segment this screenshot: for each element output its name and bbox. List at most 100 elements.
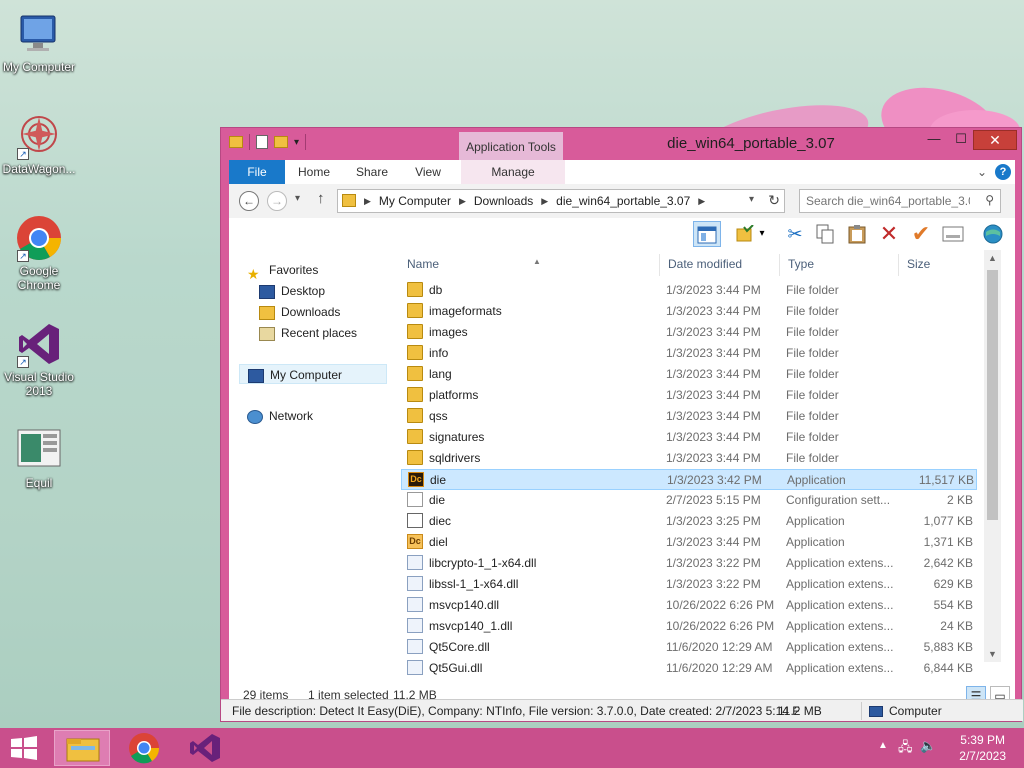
nav-item-desktop[interactable]: Desktop <box>259 281 325 301</box>
tab-file[interactable]: File <box>229 160 285 184</box>
delete-icon[interactable]: ✕ <box>875 221 903 247</box>
scrollbar-thumb[interactable] <box>987 270 998 520</box>
desktop-icon-google-chrome[interactable]: ↗ Google Chrome <box>0 214 79 292</box>
recent-locations-dropdown[interactable]: ▾ <box>295 193 300 204</box>
file-row[interactable]: die 2/7/2023 5:15 PM Configuration sett...… <box>401 490 977 511</box>
column-divider[interactable] <box>659 254 660 276</box>
file-type: Application extens... <box>786 661 894 675</box>
up-button[interactable]: ↑ <box>317 190 325 207</box>
file-row[interactable]: Qt5Core.dll 11/6/2020 12:29 AM Application… <box>401 637 977 658</box>
taskbar-visual-studio[interactable] <box>176 730 232 766</box>
ribbon-tabs: File Home Share View Manage ⌄ ? <box>229 160 1015 184</box>
breadcrumb: ▶ My Computer ▶ Downloads ▶ die_win64_po… <box>364 190 705 212</box>
column-header-type[interactable]: Type <box>788 257 814 275</box>
file-row[interactable]: msvcp140_1.dll 10/26/2022 6:26 PM Applicat… <box>401 616 977 637</box>
desktop-icon-my-computer[interactable]: My Computer <box>0 10 79 74</box>
column-header-name[interactable]: Name ▲ <box>407 257 541 275</box>
details-bar: File description: Detect It Easy(DiE), C… <box>221 699 1023 721</box>
cut-icon[interactable]: ✂ <box>781 221 809 247</box>
column-divider[interactable] <box>779 254 780 276</box>
chevron-down-icon[interactable]: ▾ <box>755 221 769 247</box>
preview-pane-icon[interactable] <box>693 221 721 247</box>
show-hidden-icons-icon[interactable]: ▲ <box>878 740 888 751</box>
file-row[interactable]: info 1/3/2023 3:44 PM File folder <box>401 343 977 364</box>
network-icon[interactable]: 🖧 <box>898 738 913 760</box>
nav-item-my-computer[interactable]: My Computer <box>239 364 387 384</box>
desktop-icon-equil[interactable]: Equil <box>0 426 79 490</box>
chevron-right-icon[interactable]: ▶ <box>698 190 705 212</box>
file-row[interactable]: Dc diel 1/3/2023 3:44 PM Application 1,371 K… <box>401 532 977 553</box>
paste-icon[interactable] <box>843 221 871 247</box>
path-field[interactable]: ▶ My Computer ▶ Downloads ▶ die_win64_po… <box>337 189 785 213</box>
breadcrumb-my-computer[interactable]: My Computer <box>379 190 451 212</box>
file-row[interactable]: Dc die 1/3/2023 3:42 PM Application 11,517 K… <box>401 469 977 490</box>
minimize-button[interactable]: — <box>921 130 947 150</box>
file-row[interactable]: images 1/3/2023 3:44 PM File folder <box>401 322 977 343</box>
file-row[interactable]: qss 1/3/2023 3:44 PM File folder <box>401 406 977 427</box>
help-icon[interactable]: ? <box>995 164 1011 180</box>
scroll-down-icon[interactable]: ▼ <box>984 646 1001 662</box>
file-name: diel <box>429 535 448 549</box>
nav-item-network[interactable]: Network <box>247 406 313 426</box>
clock[interactable]: 5:39 PM 2/7/2023 <box>959 732 1006 764</box>
globe-icon[interactable] <box>979 221 1007 247</box>
file-name: qss <box>429 409 448 423</box>
vertical-scrollbar[interactable]: ▲ ▼ <box>984 250 1001 662</box>
breadcrumb-current-folder[interactable]: die_win64_portable_3.07 <box>556 190 690 212</box>
column-header-size[interactable]: Size <box>907 257 930 275</box>
maximize-button[interactable]: ☐ <box>948 130 974 150</box>
close-button[interactable]: ✕ <box>973 130 1017 150</box>
rename-check-icon[interactable]: ✔ <box>907 221 935 247</box>
file-row[interactable]: libcrypto-1_1-x64.dll 1/3/2023 3:22 PM App… <box>401 553 977 574</box>
file-row[interactable]: sqldrivers 1/3/2023 3:44 PM File folder <box>401 448 977 469</box>
file-date: 1/3/2023 3:44 PM <box>666 451 761 465</box>
chevron-down-icon[interactable]: ▾ <box>749 194 754 205</box>
search-icon[interactable]: ⚲ <box>985 193 994 207</box>
new-folder-icon[interactable] <box>274 136 288 148</box>
expand-ribbon-icon[interactable]: ⌄ <box>977 165 987 179</box>
folder-icon <box>229 136 243 148</box>
explorer-window: ▾ Application Tools die_win64_portable_3… <box>220 127 1023 722</box>
file-row[interactable]: msvcp140.dll 10/26/2022 6:26 PM Applicatio… <box>401 595 977 616</box>
start-button[interactable] <box>10 736 38 760</box>
file-row[interactable]: libssl-1_1-x64.dll 1/3/2023 3:22 PM Applic… <box>401 574 977 595</box>
properties-icon[interactable] <box>939 221 967 247</box>
tab-home[interactable]: Home <box>289 160 339 184</box>
refresh-icon[interactable]: ↻ <box>768 192 780 209</box>
forward-button[interactable]: → <box>267 191 287 211</box>
desktop-icon-datawagon[interactable]: ↗ DataWagon... <box>0 112 79 176</box>
scroll-up-icon[interactable]: ▲ <box>984 250 1001 266</box>
taskbar-file-explorer[interactable] <box>54 730 110 766</box>
file-row[interactable]: diec 1/3/2023 3:25 PM Application 1,077 KB <box>401 511 977 532</box>
taskbar-chrome[interactable] <box>116 730 172 766</box>
properties-icon[interactable] <box>256 135 268 149</box>
nav-item-favorites[interactable]: ★ Favorites <box>247 260 318 282</box>
copy-icon[interactable] <box>811 221 839 247</box>
volume-icon[interactable]: 🔈 <box>920 738 936 754</box>
chevron-right-icon[interactable]: ▶ <box>459 190 466 212</box>
nav-item-downloads[interactable]: Downloads <box>259 302 340 322</box>
column-header-date-modified[interactable]: Date modified <box>668 257 742 275</box>
breadcrumb-downloads[interactable]: Downloads <box>474 190 533 212</box>
tab-view[interactable]: View <box>403 160 453 184</box>
title-bar[interactable]: ▾ Application Tools die_win64_portable_3… <box>221 128 1021 160</box>
back-button[interactable]: ← <box>239 191 259 211</box>
chevron-right-icon[interactable]: ▶ <box>364 190 371 212</box>
equil-app-icon <box>15 426 63 474</box>
search-input[interactable] <box>800 190 970 212</box>
nav-item-recent-places[interactable]: Recent places <box>259 323 357 343</box>
tab-manage[interactable]: Manage <box>461 160 565 184</box>
navigation-pane: ★ Favorites Desktop Downloads Recent plac… <box>229 250 397 684</box>
chevron-right-icon[interactable]: ▶ <box>541 190 548 212</box>
file-row[interactable]: lang 1/3/2023 3:44 PM File folder <box>401 364 977 385</box>
tab-share[interactable]: Share <box>347 160 397 184</box>
file-row[interactable]: imageformats 1/3/2023 3:44 PM File folder <box>401 301 977 322</box>
file-row[interactable]: signatures 1/3/2023 3:44 PM File folder <box>401 427 977 448</box>
file-row[interactable]: platforms 1/3/2023 3:44 PM File folder <box>401 385 977 406</box>
file-row[interactable]: db 1/3/2023 3:44 PM File folder <box>401 280 977 301</box>
file-name-cell: msvcp140.dll <box>407 595 657 616</box>
desktop-icon-visual-studio[interactable]: ↗ Visual Studio 2013 <box>0 320 79 398</box>
column-divider[interactable] <box>898 254 899 276</box>
chevron-down-icon[interactable]: ▾ <box>294 137 299 148</box>
file-row[interactable]: Qt5Gui.dll 11/6/2020 12:29 AM Application … <box>401 658 977 679</box>
